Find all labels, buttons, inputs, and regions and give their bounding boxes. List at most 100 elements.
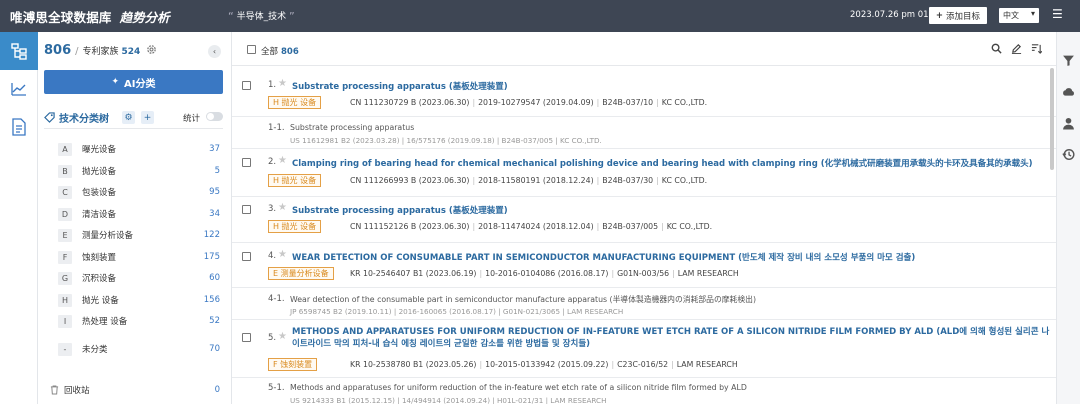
divider <box>44 128 223 129</box>
plus-icon: + <box>935 10 944 21</box>
record-number: 4. <box>268 251 277 261</box>
publication-number[interactable]: CN 111152126 B (2023.06.30) <box>350 222 469 231</box>
category-count[interactable]: 70 <box>209 344 220 354</box>
category-code: - <box>58 342 72 356</box>
application-number: 10-2016-0104086 (2016.08.17) <box>485 269 609 278</box>
settings-button[interactable] <box>146 44 157 58</box>
category-item[interactable]: I 热处理 设备 52 <box>58 314 220 328</box>
category-item[interactable]: A 曝光设备 37 <box>58 142 220 156</box>
category-item[interactable]: D 清洁设备 34 <box>58 207 220 221</box>
category-count[interactable]: 5 <box>215 166 220 176</box>
record-meta: CN 111230729 B (2023.06.30) | 2019-1027954… <box>350 98 708 107</box>
applicant: KC CO.,LTD. <box>661 98 708 107</box>
add-target-label: 添加目标 <box>946 11 981 22</box>
category-item-unclassified[interactable]: - 未分类 70 <box>58 342 220 356</box>
ipc-code: C23C-016/52 <box>617 360 669 369</box>
category-count[interactable]: 34 <box>209 209 220 219</box>
recycle-count: 0 <box>214 385 220 395</box>
tree-settings-button[interactable]: ⚙ <box>122 111 135 124</box>
record-number: 2. <box>268 157 277 167</box>
category-code: I <box>58 314 72 328</box>
user-icon[interactable] <box>1062 117 1075 130</box>
stats-toggle[interactable] <box>206 112 223 121</box>
language-select[interactable]: 中文 ▾ <box>999 8 1039 23</box>
ai-classify-button[interactable]: ✦ AI分类 <box>44 70 223 94</box>
history-icon[interactable] <box>1062 148 1075 161</box>
family-title[interactable]: Wear detection of the consumable part in… <box>290 294 756 305</box>
select-all-checkbox[interactable] <box>247 45 256 54</box>
nav-document[interactable] <box>0 108 38 146</box>
record-title[interactable]: Substrate processing apparatus (基板处理装置) <box>292 80 508 92</box>
cloud-icon[interactable] <box>1062 86 1075 97</box>
category-item[interactable]: E 测量分析设备 122 <box>58 228 220 242</box>
category-count[interactable]: 52 <box>209 316 220 326</box>
gear-icon <box>147 45 156 54</box>
ipc-code: B24B-037/10 <box>602 98 654 107</box>
family-title[interactable]: Methods and apparatuses for uniform redu… <box>290 383 747 392</box>
category-tag[interactable]: F 蚀刻装置 <box>268 358 318 371</box>
recycle-bin[interactable]: 回收站 0 <box>50 384 220 396</box>
add-category-button[interactable]: + <box>141 111 154 124</box>
family-count: 524 <box>121 47 141 57</box>
category-item[interactable]: G 沉积设备 60 <box>58 271 220 285</box>
tree-header: 技术分类树 <box>44 110 109 125</box>
category-count[interactable]: 95 <box>209 187 220 197</box>
category-item[interactable]: F 蚀刻装置 175 <box>58 250 220 264</box>
ai-button-label: AI分类 <box>124 78 156 90</box>
nav-tree[interactable] <box>0 32 38 70</box>
gear-icon: ⚙ <box>124 112 133 123</box>
record-checkbox[interactable] <box>242 81 251 90</box>
nav-trend[interactable] <box>0 70 38 108</box>
category-count[interactable]: 175 <box>204 252 220 262</box>
record-title[interactable]: Clamping ring of bearing head for chemic… <box>292 157 1033 169</box>
star-icon[interactable]: ★ <box>278 331 287 342</box>
search-icon[interactable] <box>991 43 1002 54</box>
filter-icon[interactable] <box>1062 54 1075 67</box>
applicant: KC CO.,LTD. <box>666 222 713 231</box>
record-number: 1. <box>268 80 277 90</box>
category-tag[interactable]: H 抛光 设备 <box>268 174 322 187</box>
star-icon[interactable]: ★ <box>278 249 287 260</box>
category-name: 曝光设备 <box>82 145 117 155</box>
record-checkbox[interactable] <box>242 252 251 261</box>
brand-title[interactable]: 唯溥思全球数据库 <box>10 7 112 26</box>
category-tag[interactable]: H 抛光 设备 <box>268 220 322 233</box>
family-title[interactable]: Substrate processing apparatus <box>290 123 414 132</box>
category-count[interactable]: 122 <box>204 230 220 240</box>
record-checkbox[interactable] <box>242 333 251 342</box>
category-name: 抛光 设备 <box>82 296 119 306</box>
category-tag[interactable]: H 抛光 设备 <box>268 96 322 109</box>
record-title[interactable]: METHODS AND APPARATUSES FOR UNIFORM REDU… <box>292 327 1052 350</box>
publication-number[interactable]: CN 111266993 B (2023.06.30) <box>350 176 469 185</box>
all-label: 全部 <box>261 47 279 57</box>
add-target-button[interactable]: + 添加目标 <box>929 7 987 24</box>
category-count[interactable]: 60 <box>209 273 220 283</box>
record-title[interactable]: WEAR DETECTION OF CONSUMABLE PART IN SEM… <box>292 251 915 263</box>
star-icon[interactable]: ★ <box>278 202 287 213</box>
record-checkbox[interactable] <box>242 205 251 214</box>
category-count[interactable]: 156 <box>204 295 220 305</box>
menu-icon[interactable]: ☰ <box>1052 7 1063 21</box>
category-code: G <box>58 271 72 285</box>
scrollbar[interactable] <box>1050 68 1054 170</box>
collapse-sidebar-button[interactable]: ‹ <box>208 45 221 58</box>
query-name[interactable]: “ 半导体_技术 ” <box>228 9 295 23</box>
query-label: 半导体_技术 <box>236 12 287 22</box>
category-item[interactable]: B 抛光设备 5 <box>58 164 220 178</box>
category-item[interactable]: H 抛光 设备 156 <box>58 293 220 307</box>
publication-number[interactable]: KR 10-2546407 B1 (2023.06.19) <box>350 269 476 278</box>
category-item[interactable]: C 包装设备 95 <box>58 185 220 199</box>
document-icon <box>12 118 26 136</box>
record-checkbox[interactable] <box>242 158 251 167</box>
sort-icon[interactable] <box>1031 43 1042 54</box>
star-icon[interactable]: ★ <box>278 78 287 89</box>
publication-number[interactable]: CN 111230729 B (2023.06.30) <box>350 98 469 107</box>
publication-number[interactable]: KR 10-2538780 B1 (2023.05.26) <box>350 360 476 369</box>
category-tag[interactable]: E 测量分析设备 <box>268 267 334 280</box>
edit-icon[interactable] <box>1011 43 1022 54</box>
application-number: 2019-10279547 (2019.04.09) <box>478 98 594 107</box>
category-count[interactable]: 37 <box>209 144 220 154</box>
results-header: 全部 806 <box>232 32 1056 66</box>
star-icon[interactable]: ★ <box>278 155 287 166</box>
record-title[interactable]: Substrate processing apparatus (基板处理装置) <box>292 204 508 216</box>
